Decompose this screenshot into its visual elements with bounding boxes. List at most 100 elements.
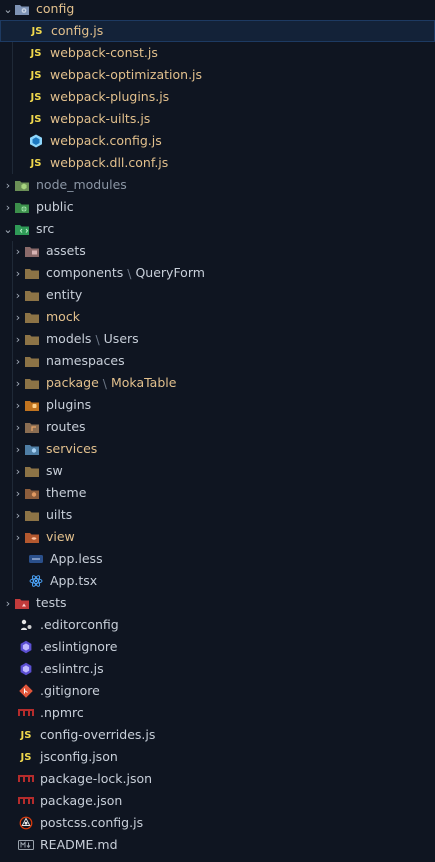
file-editorconfig[interactable]: .editorconfig: [0, 614, 435, 636]
folder-assets-icon: [24, 244, 40, 258]
markdown-icon: [18, 838, 34, 852]
file-label: package.json: [40, 793, 123, 808]
file-label: App.less: [50, 551, 103, 566]
folder-label: sw: [46, 463, 63, 478]
chevron-down-icon: ⌄: [3, 2, 13, 16]
folder-theme[interactable]: › theme: [0, 482, 435, 504]
folder-label: package: [46, 375, 99, 390]
folder-icon: [24, 376, 40, 390]
folder-public-icon: [14, 200, 30, 214]
file-webpack-dll[interactable]: JS webpack.dll.conf.js: [0, 152, 435, 174]
js-icon: JS: [20, 751, 32, 763]
folder-theme-icon: [24, 486, 40, 500]
file-webpack-uilts[interactable]: JS webpack-uilts.js: [0, 108, 435, 130]
path-separator: \: [127, 265, 132, 281]
file-app-tsx[interactable]: App.tsx: [0, 570, 435, 592]
chevron-right-icon: ›: [15, 442, 21, 456]
less-icon: [28, 552, 44, 566]
file-postcss-config[interactable]: postcss.config.js: [0, 812, 435, 834]
file-label: webpack-optimization.js: [50, 67, 203, 82]
file-label: README.md: [40, 837, 118, 852]
folder-entity[interactable]: › entity: [0, 284, 435, 306]
file-eslintrc[interactable]: .eslintrc.js: [0, 658, 435, 680]
path-separator: \: [102, 375, 107, 391]
file-webpack-config[interactable]: webpack.config.js: [0, 130, 435, 152]
folder-mock[interactable]: › mock: [0, 306, 435, 328]
chevron-right-icon: ›: [15, 376, 21, 390]
file-webpack-plugins[interactable]: JS webpack-plugins.js: [0, 86, 435, 108]
file-readme[interactable]: README.md: [0, 834, 435, 856]
file-label: .eslintignore: [40, 639, 118, 654]
git-icon: [18, 684, 34, 698]
eslint-icon: [18, 662, 34, 676]
chevron-right-icon: ›: [15, 420, 21, 434]
file-config-js[interactable]: JS config.js: [0, 20, 435, 42]
file-label: webpack-plugins.js: [50, 89, 170, 104]
folder-tests-icon: [14, 596, 30, 610]
folder-label: namespaces: [46, 353, 125, 368]
js-icon: JS: [30, 91, 42, 103]
file-label: webpack.config.js: [50, 133, 162, 148]
file-label: webpack-const.js: [50, 45, 158, 60]
chevron-right-icon: ›: [5, 200, 11, 214]
react-icon: [28, 574, 44, 588]
file-webpack-const[interactable]: JS webpack-const.js: [0, 42, 435, 64]
file-package-json[interactable]: package.json: [0, 790, 435, 812]
compact-subfolder-label: QueryForm: [135, 265, 205, 280]
path-separator: \: [95, 331, 100, 347]
folder-sw[interactable]: › sw: [0, 460, 435, 482]
folder-label: components: [46, 265, 124, 280]
folder-node-icon: [14, 178, 30, 192]
folder-tests[interactable]: › tests: [0, 592, 435, 614]
folder-uilts[interactable]: › uilts: [0, 504, 435, 526]
folder-node-modules[interactable]: › node_modules: [0, 174, 435, 196]
folder-label: uilts: [46, 507, 73, 522]
file-label: .npmrc: [40, 705, 84, 720]
folder-services[interactable]: › services: [0, 438, 435, 460]
npm-icon: [18, 706, 34, 720]
folder-icon: [24, 354, 40, 368]
folder-namespaces[interactable]: › namespaces: [0, 350, 435, 372]
chevron-right-icon: ›: [15, 288, 21, 302]
folder-plugins[interactable]: › plugins: [0, 394, 435, 416]
file-package-lock[interactable]: package-lock.json: [0, 768, 435, 790]
file-label: .editorconfig: [40, 617, 119, 632]
folder-components[interactable]: › components \ QueryForm: [0, 262, 435, 284]
folder-view[interactable]: › view: [0, 526, 435, 548]
file-gitignore[interactable]: .gitignore: [0, 680, 435, 702]
file-label: jsconfig.json: [40, 749, 118, 764]
file-config-overrides[interactable]: JS config-overrides.js: [0, 724, 435, 746]
chevron-right-icon: ›: [15, 266, 21, 280]
file-webpack-optimization[interactable]: JS webpack-optimization.js: [0, 64, 435, 86]
folder-public[interactable]: › public: [0, 196, 435, 218]
chevron-down-icon: ⌄: [3, 222, 13, 236]
folder-icon: [24, 266, 40, 280]
file-npmrc[interactable]: .npmrc: [0, 702, 435, 724]
eslint-icon: [18, 640, 34, 654]
chevron-right-icon: ›: [15, 486, 21, 500]
file-app-less[interactable]: App.less: [0, 548, 435, 570]
file-jsconfig[interactable]: JS jsconfig.json: [0, 746, 435, 768]
file-label: webpack.dll.conf.js: [50, 155, 169, 170]
folder-routes[interactable]: › routes: [0, 416, 435, 438]
folder-config[interactable]: ⌄ config: [0, 0, 435, 20]
folder-label: public: [36, 199, 74, 214]
file-label: postcss.config.js: [40, 815, 144, 830]
folder-package[interactable]: › package \ MokaTable: [0, 372, 435, 394]
file-label: .eslintrc.js: [40, 661, 104, 676]
folder-view-icon: [24, 530, 40, 544]
compact-subfolder-label: Users: [103, 331, 139, 346]
chevron-right-icon: ›: [15, 332, 21, 346]
folder-src[interactable]: ⌄ src: [0, 218, 435, 240]
folder-label: node_modules: [36, 177, 127, 192]
folder-icon: [24, 508, 40, 522]
folder-models[interactable]: › models \ Users: [0, 328, 435, 350]
file-eslintignore[interactable]: .eslintignore: [0, 636, 435, 658]
folder-assets[interactable]: › assets: [0, 240, 435, 262]
folder-plugins-icon: [24, 398, 40, 412]
postcss-icon: [18, 816, 34, 830]
folder-label: src: [36, 221, 55, 236]
file-label: package-lock.json: [40, 771, 153, 786]
file-label: .gitignore: [40, 683, 100, 698]
editorconfig-icon: [18, 618, 34, 632]
